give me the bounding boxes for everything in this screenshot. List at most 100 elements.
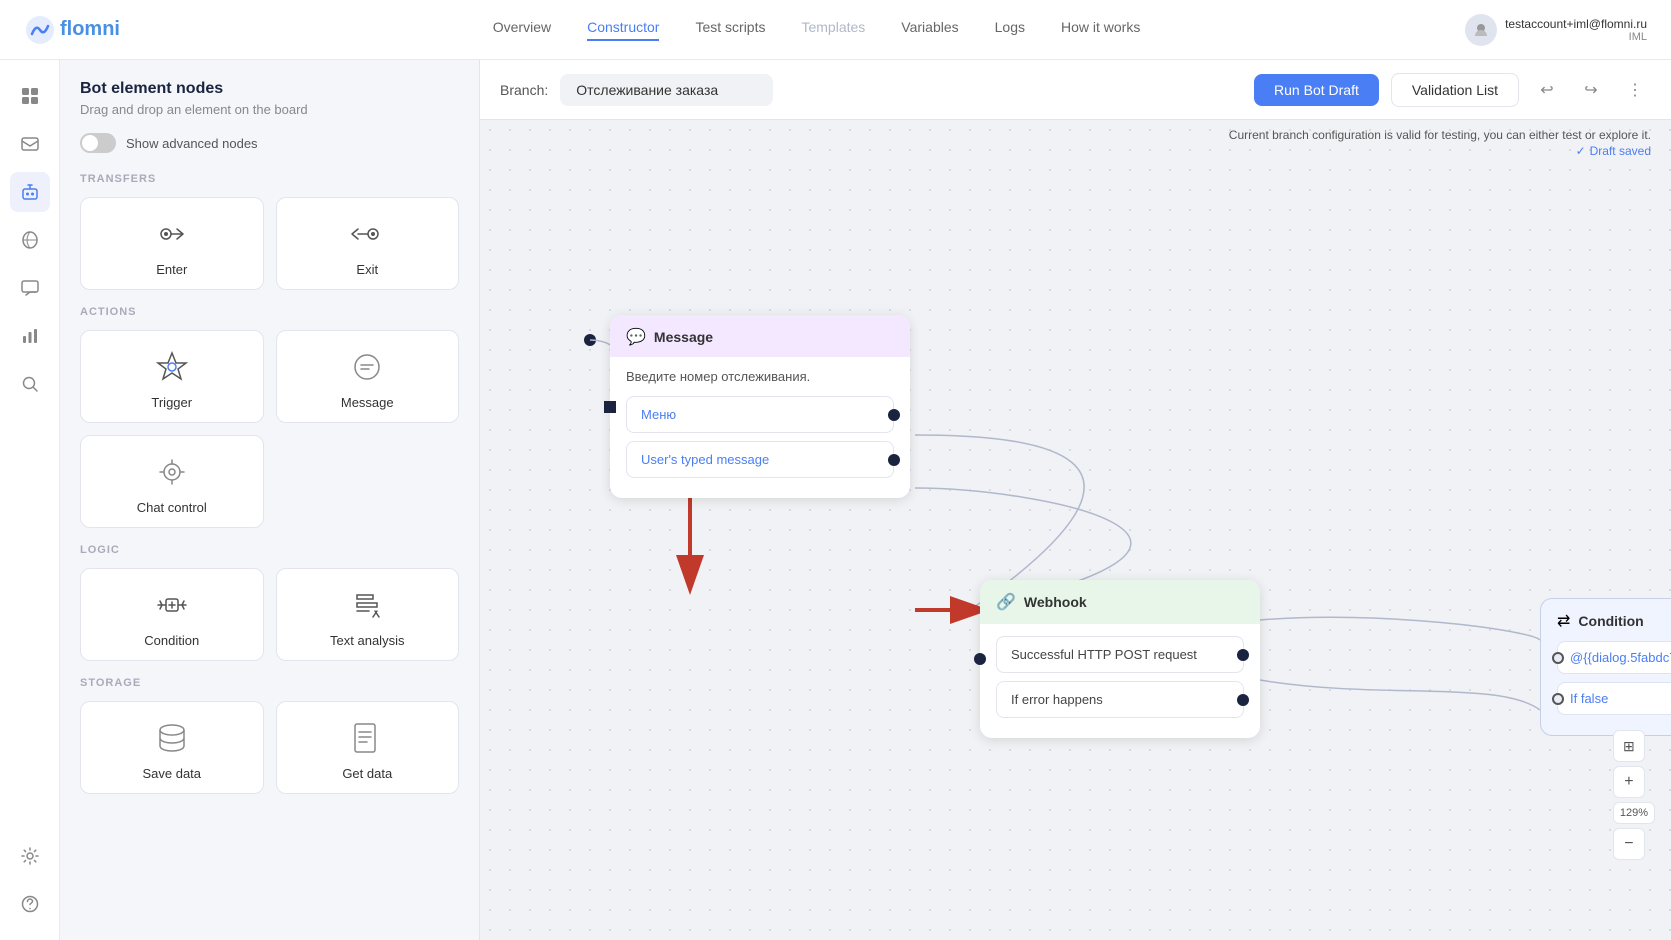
left-connector xyxy=(604,401,616,413)
transfers-grid: Enter Exit xyxy=(80,197,459,290)
run-bot-draft-button[interactable]: Run Bot Draft xyxy=(1254,74,1379,106)
zoom-in-button[interactable]: + xyxy=(1613,766,1645,798)
text-analysis-node-label: Text analysis xyxy=(330,633,404,648)
top-navigation: flomni Overview Constructor Test scripts… xyxy=(0,0,1671,60)
canvas-status-bar: Current branch configuration is valid fo… xyxy=(1229,120,1651,166)
storage-grid: Save data Get data xyxy=(80,701,459,794)
sidebar: Bot element nodes Drag and drop an eleme… xyxy=(60,60,480,940)
user-email: testaccount+iml@flomni.ru xyxy=(1505,17,1647,31)
zoom-out-button[interactable]: − xyxy=(1613,828,1645,860)
error-row[interactable]: If error happens xyxy=(996,681,1244,718)
condition-node-label: Condition xyxy=(144,633,199,648)
logic-section-label: LOGIC xyxy=(80,544,459,556)
branch-label: Branch: xyxy=(500,82,548,98)
trigger-node-label: Trigger xyxy=(151,395,192,410)
icon-chat[interactable] xyxy=(10,268,50,308)
message-node-body: Введите номер отслеживания. Меню User's … xyxy=(610,357,910,498)
canvas-toolbar: Branch: Run Bot Draft Validation List ↩ … xyxy=(480,60,1671,120)
condition-icon xyxy=(152,585,192,625)
icon-settings[interactable] xyxy=(10,836,50,876)
connector-lines xyxy=(480,120,1671,940)
text-analysis-node-card[interactable]: Text analysis xyxy=(276,568,460,661)
validation-list-button[interactable]: Validation List xyxy=(1391,73,1519,107)
nav-overview[interactable]: Overview xyxy=(493,19,551,41)
more-options-button[interactable]: ⋮ xyxy=(1619,74,1651,106)
logo[interactable]: flomni xyxy=(24,14,120,46)
canvas: 💬 Message Введите номер отслеживания. Ме… xyxy=(480,120,1671,940)
message-flow-node[interactable]: 💬 Message Введите номер отслеживания. Ме… xyxy=(610,315,910,498)
enter-icon xyxy=(152,214,192,254)
http-post-row[interactable]: Successful HTTP POST request xyxy=(996,636,1244,673)
typed-message-row[interactable]: User's typed message xyxy=(626,441,894,478)
webhook-header: 🔗 Webhook xyxy=(980,580,1260,624)
chat-control-node-card[interactable]: Chat control xyxy=(80,435,264,528)
condition-expression-row[interactable]: @{{dialog.5fabdc7a4257 xyxy=(1557,641,1671,674)
actions-section-label: ACTIONS xyxy=(80,306,459,318)
message-node-title: Message xyxy=(654,329,713,345)
enter-node-card[interactable]: Enter xyxy=(80,197,264,290)
nav-constructor[interactable]: Constructor xyxy=(587,19,659,41)
icon-help[interactable] xyxy=(10,884,50,924)
toggle-row: Show advanced nodes xyxy=(80,133,459,153)
icon-search[interactable] xyxy=(10,364,50,404)
trigger-node-card[interactable]: Trigger xyxy=(80,330,264,423)
get-data-node-card[interactable]: Get data xyxy=(276,701,460,794)
condition-node-card[interactable]: Condition xyxy=(80,568,264,661)
menu-row[interactable]: Меню xyxy=(626,396,894,433)
message-header-icon: 💬 xyxy=(626,327,646,347)
webhook-left-connector xyxy=(974,653,986,665)
chat-control-icon xyxy=(152,452,192,492)
avatar xyxy=(1465,14,1497,46)
webhook-title: Webhook xyxy=(1024,594,1087,610)
user-info: testaccount+iml@flomni.ru IML xyxy=(1465,14,1647,46)
text-analysis-icon xyxy=(347,585,387,625)
nav-how-it-works[interactable]: How it works xyxy=(1061,19,1140,41)
webhook-body: Successful HTTP POST request If error ha… xyxy=(980,624,1260,738)
enter-node-label: Enter xyxy=(156,262,187,277)
save-data-node-card[interactable]: Save data xyxy=(80,701,264,794)
icon-grid[interactable] xyxy=(10,76,50,116)
condition-flow-node[interactable]: ⇄ Condition @{{dialog.5fabdc7a4257 If fa… xyxy=(1540,598,1671,736)
nav-variables[interactable]: Variables xyxy=(901,19,958,41)
webhook-flow-node[interactable]: 🔗 Webhook Successful HTTP POST request I… xyxy=(980,580,1260,738)
exit-node-label: Exit xyxy=(356,262,378,277)
exit-node-card[interactable]: Exit xyxy=(276,197,460,290)
message-icon xyxy=(347,347,387,387)
branch-input[interactable] xyxy=(560,74,773,106)
save-data-icon xyxy=(152,718,192,758)
icon-mail[interactable] xyxy=(10,124,50,164)
condition-left-dot-2 xyxy=(1552,693,1564,705)
fit-screen-button[interactable]: ⊞ xyxy=(1613,730,1645,762)
icon-bar xyxy=(0,60,60,940)
undo-button[interactable]: ↩ xyxy=(1531,74,1563,106)
redo-button[interactable]: ↪ xyxy=(1575,74,1607,106)
error-dot xyxy=(1237,694,1249,706)
zoom-level: 129% xyxy=(1613,802,1655,824)
zoom-controls: ⊞ + 129% − xyxy=(1613,730,1655,860)
message-node-card[interactable]: Message xyxy=(276,330,460,423)
user-role: IML xyxy=(1505,31,1647,43)
user-details: testaccount+iml@flomni.ru IML xyxy=(1505,17,1647,43)
draft-saved: ✓ Draft saved xyxy=(1576,144,1651,158)
nav-links: Overview Constructor Test scripts Templa… xyxy=(168,19,1465,41)
sidebar-subtitle: Drag and drop an element on the board xyxy=(80,102,459,117)
get-data-node-label: Get data xyxy=(342,766,392,781)
chat-control-node-label: Chat control xyxy=(137,500,207,515)
save-data-node-label: Save data xyxy=(142,766,201,781)
nav-logs[interactable]: Logs xyxy=(995,19,1025,41)
webhook-icon: 🔗 xyxy=(996,592,1016,612)
icon-analytics[interactable] xyxy=(10,316,50,356)
trigger-icon xyxy=(152,347,192,387)
nav-templates[interactable]: Templates xyxy=(801,19,865,41)
exit-icon xyxy=(347,214,387,254)
condition-false-row[interactable]: If false xyxy=(1557,682,1671,715)
icon-bot[interactable] xyxy=(10,172,50,212)
nav-test-scripts[interactable]: Test scripts xyxy=(695,19,765,41)
advanced-nodes-toggle[interactable] xyxy=(80,133,116,153)
message-node-header: 💬 Message xyxy=(610,315,910,357)
sidebar-title: Bot element nodes xyxy=(80,80,459,98)
message-body-text: Введите номер отслеживания. xyxy=(626,369,894,384)
http-post-dot xyxy=(1237,649,1249,661)
icon-brain[interactable] xyxy=(10,220,50,260)
condition-title: Condition xyxy=(1578,613,1643,629)
